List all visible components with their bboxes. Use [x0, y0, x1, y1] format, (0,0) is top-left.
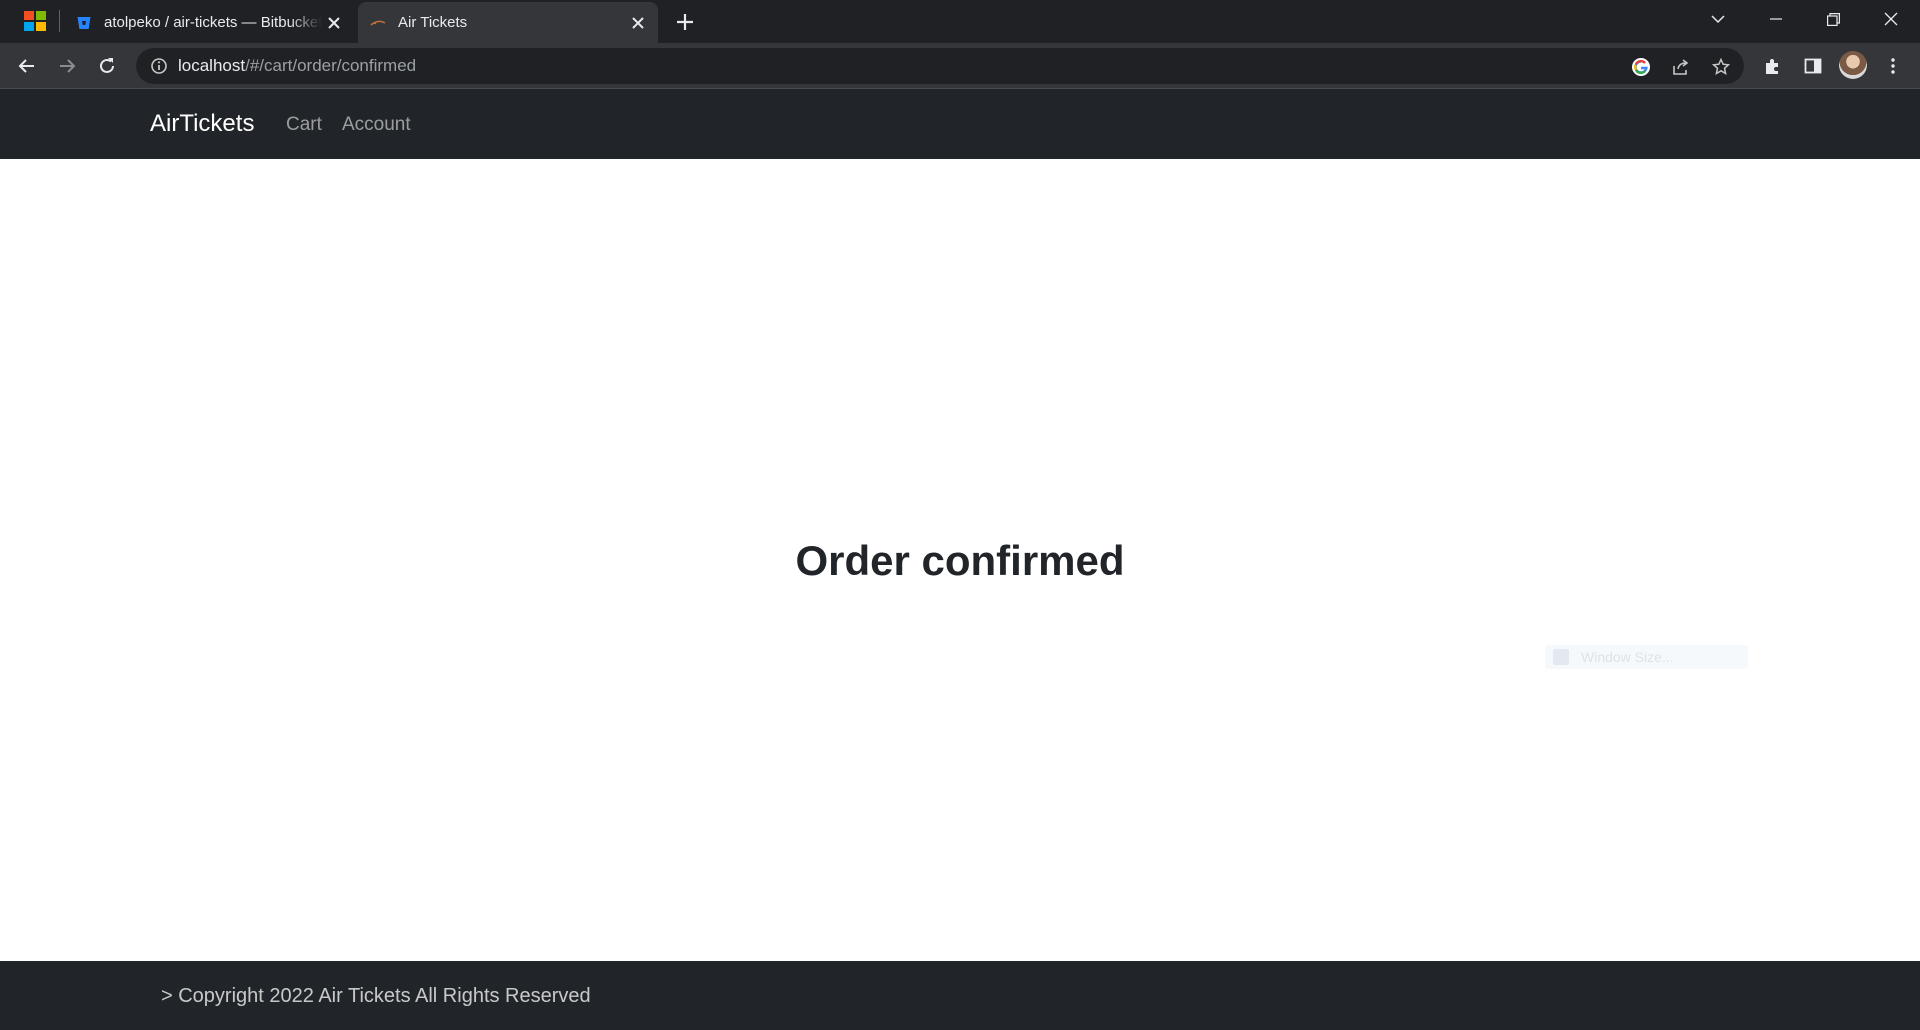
minimize-icon	[1770, 18, 1782, 20]
share-glyph-icon	[1673, 59, 1689, 75]
restore-icon	[1826, 12, 1840, 26]
address-bar[interactable]: localhost/#/cart/order/confirmed	[136, 48, 1744, 84]
checkbox-icon	[1553, 649, 1569, 665]
forward-button[interactable]	[51, 50, 83, 82]
site-favicon-icon	[370, 20, 386, 26]
brand-link[interactable]: AirTickets	[150, 110, 254, 138]
page-title: Order confirmed	[795, 537, 1125, 584]
overlay-label: Window Size...	[1581, 649, 1674, 665]
new-tab-button[interactable]	[670, 8, 700, 36]
restore-button[interactable]	[1805, 0, 1861, 38]
copyright-text: > Copyright 2022 Air Tickets All Rights …	[161, 985, 591, 1007]
arrow-left-icon	[18, 59, 34, 73]
url-text[interactable]: localhost/#/cart/order/confirmed	[178, 56, 416, 76]
google-g-icon	[1632, 58, 1650, 76]
nav-link-cart[interactable]: Cart	[286, 114, 322, 136]
tab-separator	[59, 10, 60, 32]
tab-air-tickets[interactable]: Air Tickets	[358, 2, 658, 43]
close-icon	[1884, 12, 1898, 26]
main-content: Order confirmed Window Size...	[0, 159, 1920, 961]
page-footer: > Copyright 2022 Air Tickets All Rights …	[0, 961, 1920, 1030]
minimize-button[interactable]	[1748, 0, 1804, 38]
extensions-button[interactable]	[1757, 50, 1789, 82]
puzzle-icon	[1766, 59, 1778, 74]
profile-avatar[interactable]	[1839, 51, 1867, 79]
close-icon[interactable]	[626, 11, 650, 35]
reload-icon	[100, 58, 114, 73]
google-lens-icon[interactable]	[1630, 56, 1652, 78]
app-navbar: AirTickets Cart Account	[0, 89, 1920, 159]
side-panel-button[interactable]	[1797, 50, 1829, 82]
url-host: localhost	[178, 56, 246, 75]
tab-title: Air Tickets	[398, 14, 468, 31]
bitbucket-icon	[77, 16, 91, 29]
window-size-overlay: Window Size...	[1545, 645, 1748, 669]
back-button[interactable]	[11, 50, 43, 82]
bookmark-star-icon[interactable]	[1710, 56, 1732, 78]
star-icon	[1712, 58, 1730, 76]
url-path: /#/cart/order/confirmed	[245, 56, 417, 75]
tab-bitbucket[interactable]: atolpeko / air-tickets — Bitbucket	[64, 2, 354, 43]
browser-tab-strip: atolpeko / air-tickets — Bitbucket Air T…	[0, 0, 1920, 43]
reload-button[interactable]	[91, 50, 123, 82]
kebab-menu-icon	[1891, 58, 1895, 74]
menu-button[interactable]	[1877, 50, 1909, 82]
close-window-button[interactable]	[1863, 0, 1919, 38]
browser-toolbar: localhost/#/cart/order/confirmed	[0, 43, 1920, 89]
close-icon[interactable]	[322, 11, 346, 35]
chevron-down-icon	[1711, 14, 1725, 23]
info-icon[interactable]	[150, 57, 168, 75]
tab-title: atolpeko / air-tickets — Bitbucket	[104, 14, 322, 31]
tab-search-button[interactable]	[1690, 0, 1746, 38]
share-icon[interactable]	[1670, 56, 1692, 78]
side-panel-icon	[1804, 58, 1822, 74]
arrow-right-icon	[60, 59, 76, 73]
plus-icon	[677, 14, 693, 30]
nav-link-account[interactable]: Account	[342, 114, 411, 136]
windows-logo-icon[interactable]	[24, 11, 46, 31]
